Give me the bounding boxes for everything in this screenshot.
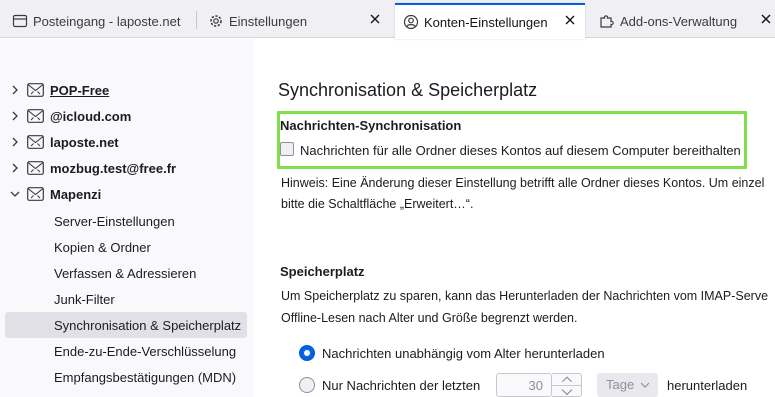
account-label: Mapenzi xyxy=(50,187,102,202)
age-unit-select[interactable]: Tage xyxy=(597,373,658,397)
account-icloud[interactable]: @icloud.com xyxy=(0,105,254,129)
sidebar-item-label: Server-Einstellungen xyxy=(54,214,175,229)
sync-hint-line1: Hinweis: Eine Änderung dieser Einstellun… xyxy=(281,176,765,190)
tab-addons[interactable]: Add-ons-Verwaltung xyxy=(587,3,775,38)
chevron-right-icon[interactable] xyxy=(9,162,21,174)
storage-desc-line1: Um Speicherplatz zu sparen, kann das Her… xyxy=(281,289,769,303)
sidebar-item-label: Verfassen & Adressieren xyxy=(54,266,197,281)
sidebar-item-receipts[interactable]: Empfangsbestätigungen (MDN) xyxy=(5,364,247,390)
age-unit-value: Tage xyxy=(606,377,635,392)
gear-icon xyxy=(210,15,222,27)
sidebar-item-composition[interactable]: Verfassen & Adressieren xyxy=(5,260,247,286)
inbox-icon xyxy=(12,14,28,28)
chevron-down-icon[interactable] xyxy=(9,188,21,200)
account-mozbug[interactable]: mozbug.test@free.fr xyxy=(0,157,254,181)
chevron-right-icon[interactable] xyxy=(9,84,21,96)
storage-desc-line2: Offline-Lesen nach Alter und Größe begre… xyxy=(281,311,578,325)
tab-settings[interactable]: Einstellungen xyxy=(196,3,393,38)
tab-account-settings[interactable]: Konten-Einstellungen xyxy=(395,3,585,39)
close-icon[interactable] xyxy=(563,13,577,27)
settings-pane: Synchronisation & Speicherplatz Nachrich… xyxy=(254,39,775,397)
sidebar-item-server-settings[interactable]: Server-Einstellungen xyxy=(5,208,247,234)
account-laposte[interactable]: laposte.net xyxy=(0,131,254,155)
mail-account-icon xyxy=(27,83,44,97)
sidebar-item-e2e-encryption[interactable]: Ende-zu-Ende-Verschlüsselung xyxy=(5,338,247,364)
account-tree: POP-Free @icloud.com laposte.net mozbug.… xyxy=(0,39,254,397)
sidebar-item-label: Empfangsbestätigungen (MDN) xyxy=(54,370,237,385)
page-title: Synchronisation & Speicherplatz xyxy=(278,80,538,100)
sidebar-item-label: Kopien & Ordner xyxy=(54,240,151,255)
account-label: @icloud.com xyxy=(50,109,132,124)
account-mapenzi[interactable]: Mapenzi xyxy=(0,183,254,207)
close-icon[interactable] xyxy=(759,12,773,26)
chevron-down-icon[interactable] xyxy=(552,386,582,397)
sidebar-item-junk-filter[interactable]: Junk-Filter xyxy=(5,286,247,312)
chevron-up-icon[interactable] xyxy=(552,374,582,386)
age-number-input[interactable]: 30 xyxy=(496,373,552,397)
chevron-down-icon xyxy=(640,382,650,388)
download-suffix: herunterladen xyxy=(667,378,748,393)
puzzle-icon xyxy=(600,15,614,28)
tab-label: Konten-Einstellungen xyxy=(424,15,548,30)
mail-account-icon xyxy=(27,161,44,175)
sync-heading: Nachrichten-Synchronisation xyxy=(280,118,462,133)
sidebar-item-copies-folders[interactable]: Kopien & Ordner xyxy=(5,234,247,260)
account-label: mozbug.test@free.fr xyxy=(50,161,177,176)
close-icon[interactable] xyxy=(368,12,382,26)
keep-messages-label[interactable]: Nachrichten für alle Ordner dieses Konto… xyxy=(300,143,741,158)
tab-label: Einstellungen xyxy=(229,14,308,29)
mail-account-icon xyxy=(27,135,44,149)
account-pop-free[interactable]: POP-Free xyxy=(0,79,254,103)
sidebar-item-label: Synchronisation & Speicherplatz xyxy=(54,318,242,333)
tab-inbox[interactable]: Posteingang - laposte.net xyxy=(0,3,196,38)
tab-bar: Posteingang - laposte.net Einstellungen … xyxy=(0,0,775,39)
keep-messages-checkbox[interactable] xyxy=(280,142,294,156)
chevron-right-icon[interactable] xyxy=(9,110,21,122)
sidebar-item-label: Junk-Filter xyxy=(54,292,115,307)
chevron-right-icon[interactable] xyxy=(9,136,21,148)
sidebar-item-label: Ende-zu-Ende-Verschlüsselung xyxy=(54,344,237,359)
age-spinner[interactable] xyxy=(552,373,582,397)
storage-heading: Speicherplatz xyxy=(280,264,365,279)
sidebar-item-sync-storage[interactable]: Synchronisation & Speicherplatz xyxy=(5,312,247,338)
account-label: laposte.net xyxy=(50,135,119,150)
account-label: POP-Free xyxy=(50,83,110,98)
mail-account-icon xyxy=(27,109,44,123)
account-circle-icon xyxy=(403,14,419,30)
radio-download-recent-label[interactable]: Nur Nachrichten der letzten xyxy=(322,378,480,393)
radio-download-all-label[interactable]: Nachrichten unabhängig vom Alter herunte… xyxy=(322,346,605,361)
radio-download-recent[interactable] xyxy=(299,377,315,393)
tab-label: Add-ons-Verwaltung xyxy=(620,14,738,29)
tab-label: Posteingang - laposte.net xyxy=(33,14,181,29)
mail-account-icon xyxy=(27,187,44,201)
sync-hint-line2: bitte die Schaltfläche „Erweitert…“. xyxy=(281,197,474,211)
age-value: 30 xyxy=(528,378,543,393)
radio-download-all[interactable] xyxy=(299,345,315,361)
